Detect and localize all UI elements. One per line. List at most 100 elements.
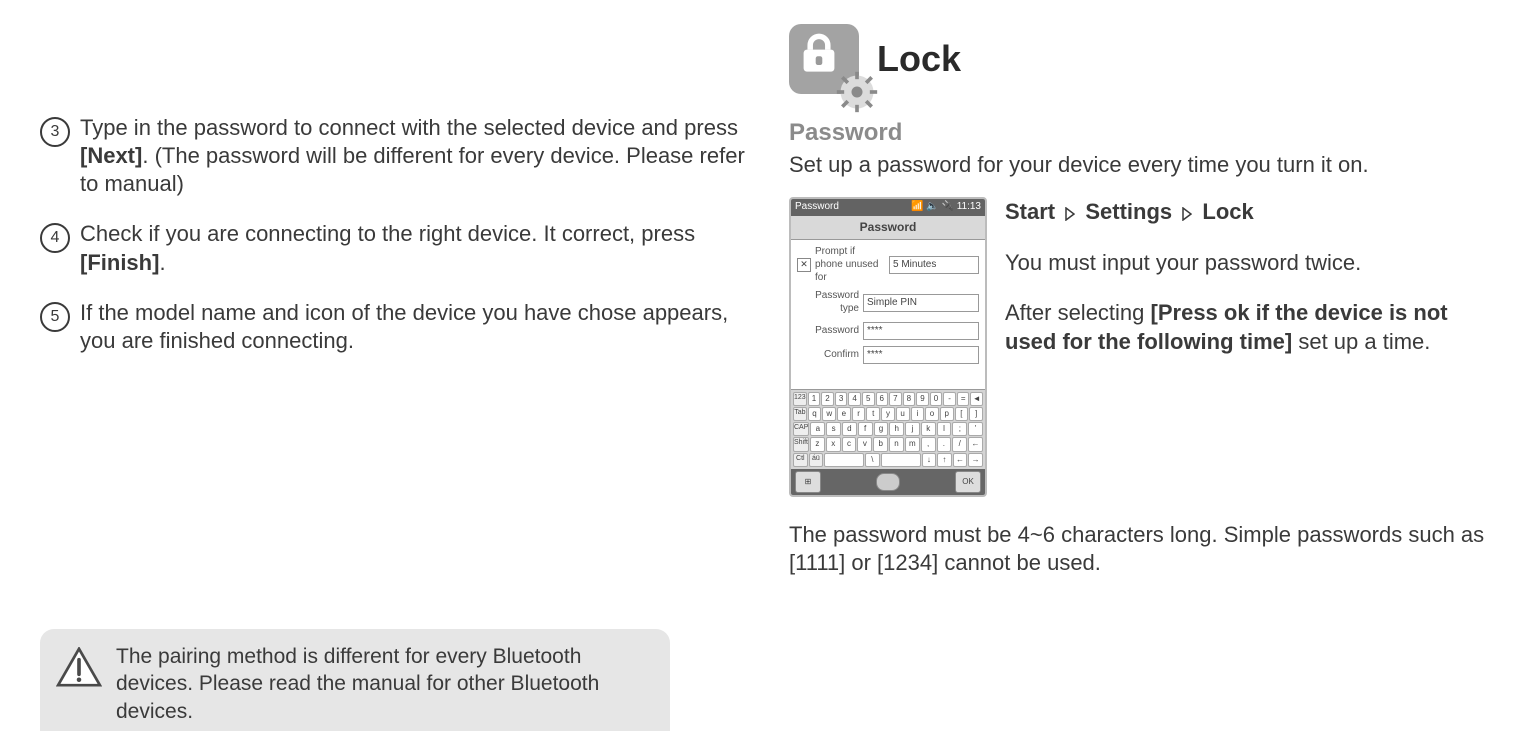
keyboard-key: z xyxy=(810,437,825,451)
keyboard-key: u xyxy=(896,407,910,421)
phone-row-type: Password type Simple PIN xyxy=(797,290,979,316)
right-column: Lock Password Set up a password for your… xyxy=(789,24,1498,731)
notice-text: The pairing method is different for ever… xyxy=(116,643,654,725)
keyboard-key: → xyxy=(968,453,983,467)
step-marker: 5 xyxy=(40,302,70,332)
keyboard-key: 1 xyxy=(808,392,821,406)
keyboard-key xyxy=(824,453,864,467)
nav-settings: Settings xyxy=(1085,199,1172,224)
keyboard-key: ↑ xyxy=(937,453,952,467)
left-column: 3 Type in the password to connect with t… xyxy=(40,24,749,731)
keyboard-key: d xyxy=(842,422,857,436)
ok-button: OK xyxy=(955,471,981,493)
keyboard-key: 3 xyxy=(835,392,848,406)
phone-status-icons: 📶 🔈 🔌 11:13 xyxy=(911,201,981,214)
phone-field-confirm: **** xyxy=(863,346,979,364)
keyboard-key: c xyxy=(842,437,857,451)
phone-keyboard: 1231234567890-=◄Tabqwertyuiop[]CAPasdfgh… xyxy=(791,389,985,469)
phone-status-title: Password xyxy=(795,201,839,214)
keyboard-key: ' xyxy=(968,422,983,436)
keyboard-key: h xyxy=(889,422,904,436)
step-text: If the model name and icon of the device… xyxy=(80,299,749,355)
phone-screenshot: Password 📶 🔈 🔌 11:13 Password ✕ Prompt i… xyxy=(789,197,987,497)
instruction-row: Password 📶 🔈 🔌 11:13 Password ✕ Prompt i… xyxy=(789,197,1498,497)
keyboard-key: i xyxy=(911,407,925,421)
phone-row-confirm: Confirm **** xyxy=(797,346,979,364)
keyboard-key: x xyxy=(826,437,841,451)
keyboard-key: ; xyxy=(952,422,967,436)
keyboard-icon xyxy=(876,473,900,491)
phone-label: Password type xyxy=(797,290,859,316)
keyboard-key: áü xyxy=(809,453,824,467)
keyboard-key: k xyxy=(921,422,936,436)
keyboard-key: 5 xyxy=(862,392,875,406)
gear-icon xyxy=(827,62,853,88)
intro-text: Set up a password for your device every … xyxy=(789,151,1498,179)
phone-field-type: Simple PIN xyxy=(863,294,979,312)
keyboard-key: 123 xyxy=(793,392,807,406)
keyboard-key: ↓ xyxy=(922,453,937,467)
keyboard-key: 4 xyxy=(848,392,861,406)
keyboard-key: p xyxy=(940,407,954,421)
phone-row-prompt: ✕ Prompt if phone unused for 5 Minutes xyxy=(797,246,979,284)
keyboard-key: r xyxy=(852,407,866,421)
keyboard-key: y xyxy=(881,407,895,421)
keyboard-key: Ctl xyxy=(793,453,808,467)
keyboard-key: n xyxy=(889,437,904,451)
step-marker: 4 xyxy=(40,223,70,253)
keyboard-key: a xyxy=(810,422,825,436)
instr-line-2: After selecting [Press ok if the device … xyxy=(1005,298,1498,357)
phone-label: Password xyxy=(797,325,859,338)
keyboard-key: . xyxy=(937,437,952,451)
keyboard-key xyxy=(881,453,921,467)
keyboard-key: 9 xyxy=(916,392,929,406)
keyboard-key: \ xyxy=(865,453,880,467)
keyboard-key: m xyxy=(905,437,920,451)
step-5: 5 If the model name and icon of the devi… xyxy=(40,299,749,355)
step-3: 3 Type in the password to connect with t… xyxy=(40,114,749,198)
keyboard-key: - xyxy=(943,392,956,406)
instr-line-1: You must input your password twice. xyxy=(1005,248,1498,278)
keyboard-key: g xyxy=(874,422,889,436)
keyboard-key: 8 xyxy=(903,392,916,406)
phone-titlebar: Password xyxy=(791,216,985,240)
keyboard-key: t xyxy=(866,407,880,421)
keyboard-key: / xyxy=(952,437,967,451)
subheading-password: Password xyxy=(789,118,1498,149)
keyboard-key: , xyxy=(921,437,936,451)
keyboard-key: = xyxy=(957,392,970,406)
outro-text: The password must be 4~6 characters long… xyxy=(789,521,1498,577)
lock-heading: Lock xyxy=(789,24,1498,94)
step-text: Check if you are connecting to the right… xyxy=(80,220,749,276)
phone-row-password: Password **** xyxy=(797,322,979,340)
chevron-right-icon xyxy=(1182,198,1192,228)
step-marker: 3 xyxy=(40,117,70,147)
keyboard-key: ◄ xyxy=(970,392,983,406)
keyboard-key: e xyxy=(837,407,851,421)
keyboard-key: ← xyxy=(968,437,983,451)
keyboard-key: v xyxy=(857,437,872,451)
keyboard-key: 0 xyxy=(930,392,943,406)
keyboard-key: 7 xyxy=(889,392,902,406)
keyboard-key: 6 xyxy=(876,392,889,406)
keyboard-key: s xyxy=(826,422,841,436)
phone-label: Prompt if phone unused for xyxy=(815,246,885,284)
keyboard-key: b xyxy=(873,437,888,451)
keyboard-key: Shift xyxy=(793,437,809,451)
keyboard-key: o xyxy=(925,407,939,421)
checkbox-icon: ✕ xyxy=(797,258,811,272)
steps-list: 3 Type in the password to connect with t… xyxy=(40,114,749,377)
keyboard-key: Tab xyxy=(793,407,807,421)
keyboard-key: CAP xyxy=(793,422,809,436)
keyboard-key: ← xyxy=(953,453,968,467)
keyboard-key: w xyxy=(822,407,836,421)
instruction-text: Start Settings Lock You must input your … xyxy=(1005,197,1498,497)
keyboard-key: 2 xyxy=(821,392,834,406)
notice-box: The pairing method is different for ever… xyxy=(40,629,670,731)
step-text: Type in the password to connect with the… xyxy=(80,114,749,198)
phone-form: ✕ Prompt if phone unused for 5 Minutes P… xyxy=(791,240,985,389)
warning-icon xyxy=(56,647,102,687)
phone-label: Confirm xyxy=(797,349,859,362)
phone-statusbar: Password 📶 🔈 🔌 11:13 xyxy=(791,199,985,216)
nav-lock: Lock xyxy=(1202,199,1253,224)
